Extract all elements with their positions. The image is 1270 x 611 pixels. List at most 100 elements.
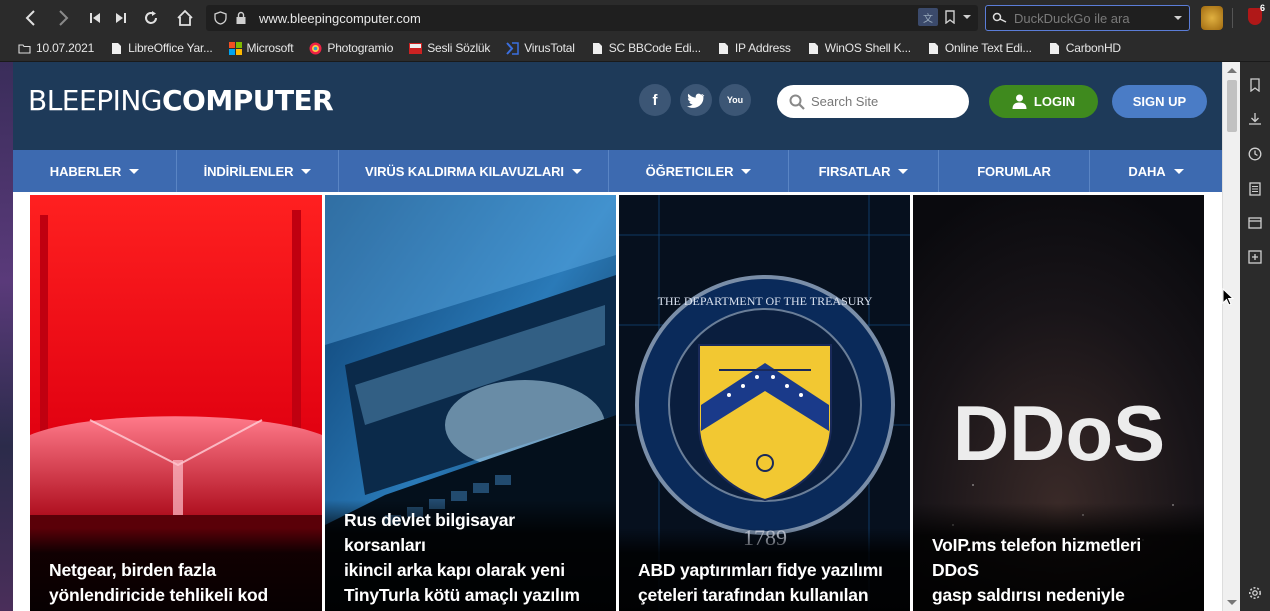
caret-down-icon — [898, 168, 909, 174]
virustotal-icon — [506, 41, 519, 55]
bookmark-item[interactable]: CarbonHD — [1048, 41, 1121, 55]
bookmark-item[interactable]: SC BBCode Edi... — [591, 41, 701, 55]
treasury-seal-text: THE DEPARTMENT OF THE TREASURY — [658, 294, 873, 308]
login-button[interactable]: LOGIN — [989, 85, 1098, 118]
scroll-down-arrow-icon[interactable] — [1227, 600, 1237, 605]
bookmark-item[interactable]: LibreOffice Yar... — [110, 41, 213, 55]
facebook-icon[interactable]: f — [639, 84, 671, 116]
home-button[interactable] — [170, 3, 200, 33]
desktop-wallpaper-edge — [0, 62, 13, 611]
search-key-icon — [992, 12, 1007, 23]
youtube-glyph: You — [726, 95, 744, 105]
article-title-line: çeteleri tarafından kullanılan — [638, 585, 869, 605]
window-panel-icon[interactable] — [1248, 216, 1262, 230]
nav-item-haberler[interactable]: HABERLER — [13, 150, 177, 192]
extension-badge: 6 — [1260, 3, 1266, 13]
downloads-icon[interactable] — [1248, 112, 1262, 126]
nav-label: İNDİRİLENLER — [203, 163, 294, 179]
bookmark-label: 10.07.2021 — [36, 41, 95, 55]
twitter-bird-icon — [687, 93, 705, 108]
article-title-line: yönlendiricide tehlikeli kod — [49, 585, 269, 605]
home-icon — [177, 9, 193, 26]
address-bar[interactable]: www.bleepingcomputer.com 文 — [206, 5, 978, 31]
nav-label: HABERLER — [49, 163, 122, 179]
fast-forward-button[interactable] — [106, 3, 136, 33]
reload-button[interactable] — [136, 3, 166, 33]
article-caption: Netgear, birden fazla yönlendiricide teh… — [30, 528, 322, 611]
user-icon — [1012, 94, 1027, 109]
caret-down-icon — [301, 168, 312, 174]
site-search-box[interactable] — [777, 85, 969, 118]
microsoft-icon — [228, 41, 242, 55]
nav-label: DAHA — [1128, 163, 1166, 179]
site-logo[interactable]: BLEEPINGCOMPUTER — [28, 84, 334, 117]
nav-label: FORUMLAR — [977, 163, 1051, 179]
bookmark-icon[interactable] — [944, 10, 956, 24]
signup-label: SIGN UP — [1132, 94, 1187, 109]
shield-icon — [214, 11, 227, 25]
browser-search-input[interactable] — [1014, 10, 1164, 26]
nav-item-ogreticiler[interactable]: ÖĞRETICILER — [609, 150, 789, 192]
bookmark-item[interactable]: Online Text Edi... — [927, 41, 1032, 55]
article-card[interactable]: 1789 THE DEPARTMENT OF THE TREASURY ABD … — [619, 195, 910, 611]
article-caption: Rus devlet bilgisayar korsanları ikincil… — [325, 500, 616, 611]
browser-sidebar — [1240, 62, 1270, 611]
bookmark-item[interactable]: VirusTotal — [506, 41, 575, 55]
caret-down-icon — [1173, 168, 1184, 174]
browser-toolbar: www.bleepingcomputer.com 文 6 — [0, 0, 1270, 35]
nav-item-forumlar[interactable]: FORUMLAR — [939, 150, 1090, 192]
page-scrollbar[interactable] — [1222, 62, 1240, 611]
bookmark-item[interactable]: IP Address — [717, 41, 791, 55]
history-icon[interactable] — [1248, 147, 1262, 161]
main-navigation: HABERLER İNDİRİLENLER VIRÜS KALDIRMA KIL… — [13, 150, 1222, 192]
translate-icon[interactable]: 文 — [918, 8, 938, 26]
scrollbar-thumb[interactable] — [1227, 80, 1237, 132]
scroll-up-arrow-icon[interactable] — [1227, 68, 1237, 73]
chevron-left-icon — [25, 10, 35, 26]
article-caption: VoIP.ms telefon hizmetleri DDoS gasp sal… — [913, 503, 1204, 611]
nav-item-daha[interactable]: DAHA — [1090, 150, 1222, 192]
bookmarks-panel-icon[interactable] — [1248, 78, 1262, 92]
article-card[interactable]: Netgear, birden fazla yönlendiricide teh… — [30, 195, 322, 611]
back-button[interactable] — [16, 3, 46, 33]
bookmarks-bar: 10.07.2021 LibreOffice Yar... Microsoft … — [0, 35, 1270, 62]
nav-item-firsatlar[interactable]: FIRSATLAR — [789, 150, 939, 192]
twitter-icon[interactable] — [680, 84, 712, 116]
bookmark-item[interactable]: Sesli Sözlük — [409, 41, 490, 55]
article-title-line: ikincil arka kapı olarak yeni — [344, 560, 565, 580]
browser-search-box[interactable] — [985, 5, 1190, 31]
article-card[interactable]: DDoS VoIP.ms telefon hizmetleri DDoS gas… — [913, 195, 1204, 611]
bookmark-item[interactable]: Photogramio — [309, 41, 393, 55]
url-text: www.bleepingcomputer.com — [259, 10, 421, 26]
add-panel-icon[interactable] — [1248, 250, 1262, 264]
youtube-icon[interactable]: You — [719, 84, 751, 116]
bookmark-label: Sesli Sözlük — [427, 41, 491, 55]
site-search-input[interactable] — [811, 94, 961, 109]
caret-down-icon — [741, 168, 752, 174]
bookmark-item[interactable]: WinOS Shell K... — [807, 41, 911, 55]
page-icon — [592, 42, 602, 54]
article-title-line: gasp saldırısı nedeniyle — [932, 585, 1125, 605]
nav-item-indirilenler[interactable]: İNDİRİLENLER — [177, 150, 339, 192]
site-header: BLEEPINGCOMPUTER f You LOGIN SIGN UP — [13, 62, 1222, 150]
chevron-down-icon[interactable] — [962, 13, 972, 21]
notes-icon[interactable] — [1248, 182, 1262, 196]
article-card[interactable]: Rus devlet bilgisayar korsanları ikincil… — [325, 195, 616, 611]
article-title-line: Rus devlet bilgisayar korsanları — [344, 510, 515, 555]
page-icon — [112, 42, 122, 54]
gear-icon[interactable] — [1248, 586, 1262, 600]
page-icon — [808, 42, 818, 54]
chevron-down-icon[interactable] — [1173, 14, 1183, 22]
lock-icon — [236, 11, 246, 24]
signup-button[interactable]: SIGN UP — [1112, 85, 1207, 118]
nav-item-virus-kaldirma[interactable]: VIRÜS KALDIRMA KILAVUZLARI — [339, 150, 609, 192]
bookmark-label: IP Address — [734, 41, 791, 55]
ddos-image-text: DDoS — [953, 389, 1165, 477]
photogramio-icon — [309, 42, 322, 54]
bookmark-label: LibreOffice Yar... — [128, 41, 213, 55]
bookmark-item[interactable]: Microsoft — [228, 41, 294, 55]
folder-icon — [18, 43, 31, 54]
forward-button[interactable] — [48, 3, 78, 33]
brave-lion-icon[interactable] — [1201, 6, 1223, 30]
bookmark-item[interactable]: 10.07.2021 — [18, 41, 94, 55]
